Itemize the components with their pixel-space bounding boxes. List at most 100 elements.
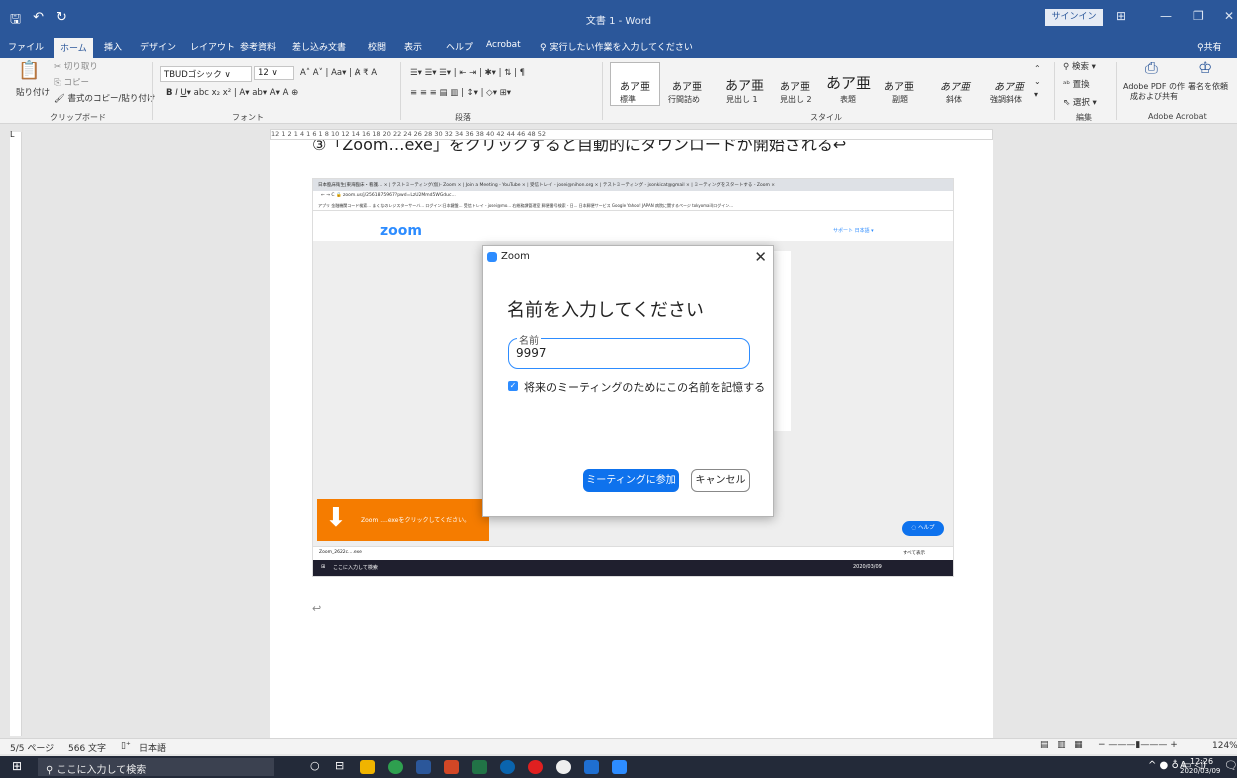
word-count[interactable]: 566 文字	[68, 741, 106, 754]
select-button[interactable]: ⇖ 選択 ▾	[1063, 96, 1097, 108]
style-sample[interactable]: あア亜	[826, 72, 871, 93]
download-banner: ⬇ Zoom ....exeをクリックしてください。	[317, 499, 489, 541]
format-painter-button[interactable]: 🖌 書式のコピー/貼り付け	[54, 92, 155, 104]
divider	[1116, 62, 1117, 120]
tab-selector-icon[interactable]: L	[10, 130, 14, 139]
divider	[1054, 62, 1055, 120]
ribbon: 📋 貼り付け ✂ 切り取り ⎘ コピー 🖌 書式のコピー/貼り付け クリップボー…	[0, 58, 1237, 124]
taskbar-search[interactable]: ⚲ ここに入力して検索	[38, 758, 274, 776]
minimize-icon[interactable]: —	[1160, 9, 1172, 23]
chrome-icon[interactable]	[388, 760, 403, 774]
styles-scroll-icon[interactable]: ⌃ ⌄ ▾	[1034, 62, 1041, 101]
cut-button[interactable]: ✂ 切り取り	[54, 60, 98, 72]
tab-design[interactable]: デザイン	[140, 40, 176, 53]
paragraph-align-buttons[interactable]: ≡ ≡ ≡ ▤ ▥ | ↕▾ | ◇▾ ⊞▾	[410, 88, 511, 98]
style-sample[interactable]: あア亜	[994, 78, 1024, 93]
embedded-taskbar: ⊞ ここに入力して検索 2020/03/09	[313, 560, 953, 576]
tab-file[interactable]: ファイル	[8, 40, 44, 53]
share-button[interactable]: ⚲共有	[1197, 40, 1222, 53]
style-sample[interactable]: あア亜	[672, 78, 702, 93]
arrow-down-icon: ⬇	[325, 503, 347, 533]
divider	[152, 62, 153, 120]
zoom-slider[interactable]: − ———▮——— +	[1098, 740, 1178, 750]
vertical-ruler[interactable]	[10, 132, 22, 736]
browser-bookmarks: アプリ 金融機関コード検索... まくなのレジスターサーバ... ログイン:日本…	[313, 201, 953, 211]
search-icon: ⚲	[46, 765, 57, 776]
font-name-select[interactable]: TBUDゴシック ∨	[160, 66, 252, 82]
ribbon-display-icon[interactable]: ⊞	[1116, 9, 1126, 23]
clock-date[interactable]: 2020/03/09	[1180, 767, 1220, 775]
replace-icon: ᵃᵇ	[1063, 80, 1073, 90]
create-pdf-icon[interactable]: ⎙	[1145, 58, 1158, 78]
person-icon: ⚲	[1197, 43, 1204, 53]
tab-home[interactable]: ホーム	[54, 38, 93, 58]
banner-text: Zoom ....exeをクリックしてください。	[361, 517, 471, 524]
find-button[interactable]: ⚲ 検索 ▾	[1063, 60, 1096, 72]
font-size-buttons[interactable]: A˄ A˅ | Aa▾ | A̷ ₹ A	[300, 68, 377, 78]
style-label: 標準	[620, 95, 636, 104]
app-icon[interactable]	[556, 760, 571, 774]
paste-button[interactable]: 貼り付け	[16, 86, 50, 98]
tab-mailings[interactable]: 差し込み文書	[292, 40, 346, 53]
name-field-label: 名前	[517, 332, 541, 347]
file-explorer-icon[interactable]	[360, 760, 375, 774]
page-heading: ③「Zoom…exe」をクリックすると自動的にダウンロードが開始される↩	[312, 140, 847, 154]
style-label: 副題	[892, 95, 908, 104]
paste-icon[interactable]: 📋	[18, 60, 40, 81]
view-mode-icons[interactable]: ▤ ▥ ▦	[1040, 740, 1083, 750]
zoom-icon[interactable]	[612, 760, 627, 774]
style-sample[interactable]: あア亜	[620, 78, 650, 93]
tab-acrobat[interactable]: Acrobat	[486, 40, 521, 50]
tab-help[interactable]: ヘルプ	[446, 40, 473, 53]
divider	[602, 62, 603, 120]
style-sample[interactable]: あア亜	[884, 78, 914, 93]
sign-icon[interactable]: ♔	[1198, 58, 1212, 77]
copy-icon: ⎘	[54, 78, 64, 88]
excel-icon[interactable]	[472, 760, 487, 774]
powerpoint-icon[interactable]	[444, 760, 459, 774]
signin-button[interactable]: サインイン	[1045, 9, 1103, 26]
notification-icon[interactable]: 🗨	[1224, 759, 1237, 772]
box-icon[interactable]	[584, 760, 599, 774]
tab-references[interactable]: 参考資料	[240, 40, 276, 53]
replace-button[interactable]: ᵃᵇ 置換	[1063, 78, 1090, 90]
tab-view[interactable]: 表示	[404, 40, 422, 53]
tab-review[interactable]: 校閲	[368, 40, 386, 53]
request-signature-button[interactable]: 署名を依頼	[1186, 82, 1230, 92]
return-mark: ↩	[312, 602, 322, 615]
show-all-link: すべて表示	[903, 551, 926, 556]
horizontal-ruler[interactable]: 12 1 2 1 4 1 6 1 8 10 12 14 16 18 20 22 …	[270, 129, 993, 140]
zoom-level[interactable]: 124%	[1212, 741, 1237, 751]
style-sample[interactable]: あア亜	[940, 78, 970, 93]
restore-icon[interactable]: ❐	[1193, 9, 1204, 23]
download-bar: Zoom_2622c....exe すべて表示	[313, 546, 953, 559]
name-field: 名前 9997	[508, 332, 750, 369]
proofing-icon[interactable]: ▯⁺	[121, 741, 131, 751]
scissors-icon: ✂	[54, 62, 64, 72]
paragraph-list-buttons[interactable]: ☰▾ ☰▾ ☰▾ | ⇤ ⇥ | ✱▾ | ⇅ | ¶	[410, 68, 525, 78]
clock-time[interactable]: 12:26	[1190, 757, 1213, 766]
task-view-icon[interactable]: ⊟	[335, 759, 344, 772]
style-label: 行間詰め	[668, 95, 700, 104]
create-pdf-button[interactable]: Adobe PDF の作成および共有	[1122, 82, 1186, 102]
style-sample[interactable]: あア亜	[780, 78, 810, 93]
embedded-taskbar-search: ここに入力して検索	[333, 565, 378, 571]
copy-button[interactable]: ⎘ コピー	[54, 76, 89, 88]
style-sample[interactable]: あア亜	[725, 75, 764, 94]
tab-insert[interactable]: 挿入	[104, 40, 122, 53]
font-size-select[interactable]: 12 ∨	[254, 66, 294, 80]
font-format-buttons[interactable]: B I U▾ abc x₂ x² | A▾ ab▾ A▾ A ⊕	[166, 88, 298, 98]
tell-me-search[interactable]: ♀ 実行したい作業を入力してください	[540, 40, 693, 53]
close-icon[interactable]: ✕	[1224, 9, 1234, 23]
language[interactable]: 日本語	[139, 741, 166, 754]
tab-layout[interactable]: レイアウト	[190, 40, 235, 53]
page-count[interactable]: 5/5 ページ	[10, 741, 54, 754]
word-icon[interactable]	[416, 760, 431, 774]
edge-icon[interactable]	[500, 760, 515, 774]
windows-start-icon[interactable]: ⊞	[12, 759, 22, 773]
ribbon-tabs: ファイル ホーム 挿入 デザイン レイアウト 参考資料 差し込み文書 校閲 表示…	[0, 36, 1237, 58]
zoom-name-dialog: Zoom ✕ 名前を入力してください 名前 9997 ✓ 将来のミーティングのた…	[482, 245, 774, 517]
cortana-icon[interactable]: ○	[310, 759, 320, 772]
app-icon[interactable]	[528, 760, 543, 774]
cancel-button: キャンセル	[691, 469, 750, 492]
